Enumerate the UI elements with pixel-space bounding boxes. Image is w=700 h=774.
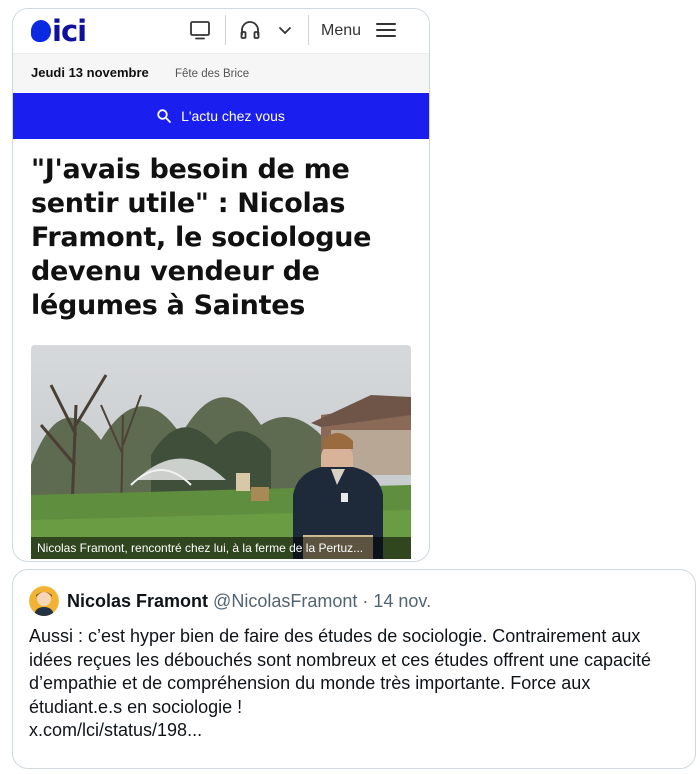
headphones-icon[interactable] (239, 19, 261, 41)
article-preview-card[interactable]: ici Menu Jeudi 13 novembre Fête des Bric… (12, 8, 430, 562)
site-header: ici Menu (13, 9, 429, 54)
header-divider (225, 15, 226, 45)
search-label: L'actu chez vous (181, 108, 285, 124)
hamburger-menu-icon[interactable] (375, 19, 397, 41)
tweet-body: Aussi : c’est hyper bien de faire des ét… (29, 625, 679, 743)
logo-mark (31, 20, 51, 42)
saint-of-day: Fête des Brice (175, 68, 250, 80)
author-name[interactable]: Nicolas Framont (67, 591, 208, 611)
header-divider (308, 15, 309, 45)
photo-caption: Nicolas Framont, rencontré chez lui, à l… (31, 537, 411, 559)
tweet-link[interactable]: x.com/lci/status/198... (29, 720, 202, 740)
tweet-card[interactable]: Nicolas Framont @NicolasFramont · 14 nov… (12, 569, 696, 769)
search-icon (157, 109, 171, 123)
avatar-image (29, 586, 59, 616)
article-photo[interactable]: Nicolas Framont, rencontré chez lui, à l… (31, 345, 411, 559)
menu-button-label[interactable]: Menu (321, 21, 361, 41)
date-bar: Jeudi 13 novembre Fête des Brice (13, 54, 429, 92)
author-handle[interactable]: @NicolasFramont (213, 591, 357, 611)
photo-illustration (31, 345, 411, 559)
tweet-text: Aussi : c’est hyper bien de faire des ét… (29, 626, 652, 717)
logo-text: ici (52, 14, 87, 48)
tweet-author-line: Nicolas Framont @NicolasFramont · 14 nov… (67, 590, 431, 612)
current-date: Jeudi 13 novembre (31, 65, 149, 80)
chevron-down-icon[interactable] (274, 19, 296, 41)
ici-logo[interactable]: ici (31, 14, 87, 48)
local-news-search-button[interactable]: L'actu chez vous (13, 93, 429, 139)
tv-icon[interactable] (189, 19, 211, 41)
meta-separator: · (357, 591, 374, 611)
tweet-date[interactable]: 14 nov. (373, 591, 431, 611)
author-avatar[interactable] (29, 586, 59, 616)
article-headline[interactable]: "J'avais besoin de me sentir utile" : Ni… (31, 153, 411, 323)
